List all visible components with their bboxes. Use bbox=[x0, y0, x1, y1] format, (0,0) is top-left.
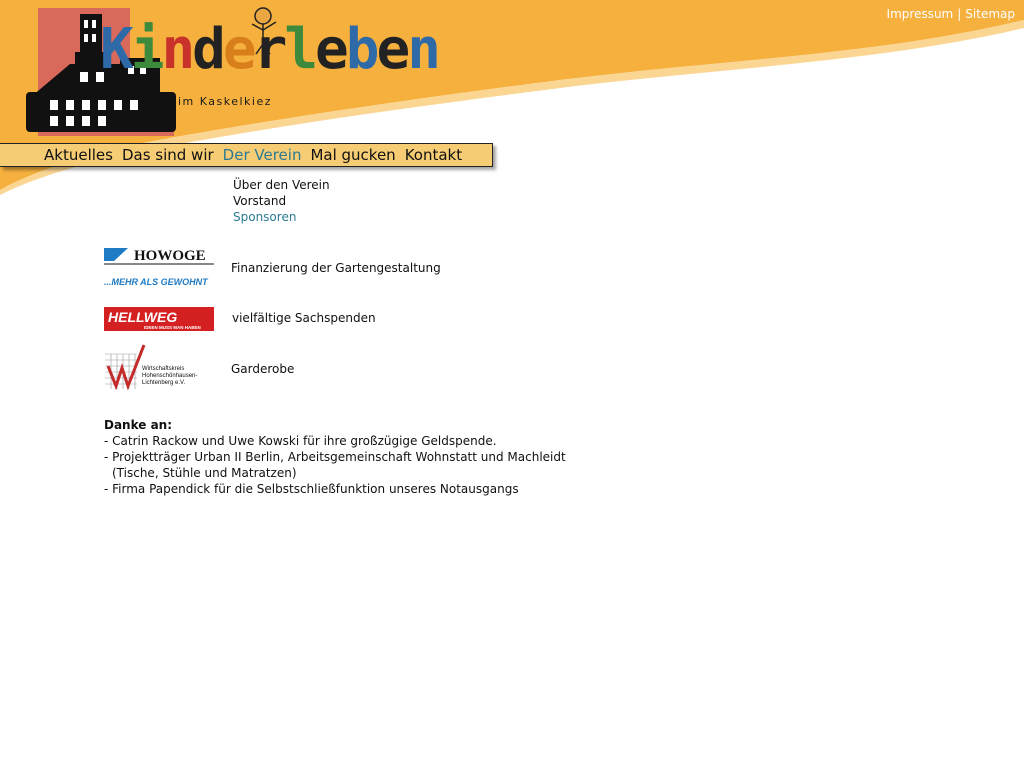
impressum-link[interactable]: Impressum bbox=[887, 7, 954, 21]
wordmark-letter: e bbox=[376, 17, 410, 82]
sponsor-text: Finanzierung der Gartengestaltung bbox=[231, 261, 441, 275]
wordmark-letter: e bbox=[222, 17, 257, 82]
howoge-logo[interactable]: HOWOGE ...MEHR ALS GEWOHNT bbox=[104, 245, 216, 291]
sponsor-row-wirtschaftskreis: Wirtschaftskreis Hohenschönhausen- Licht… bbox=[104, 344, 544, 390]
subnav-item-sponsoren[interactable]: Sponsoren bbox=[233, 209, 330, 225]
wordmark-letter: d bbox=[192, 17, 226, 82]
subnav-item-vorstand[interactable]: Vorstand bbox=[233, 193, 330, 209]
wirtschaftskreis-logo[interactable]: Wirtschaftskreis Hohenschönhausen- Licht… bbox=[104, 344, 216, 390]
thanks-section: Danke an: - Catrin Rackow und Uwe Kowski… bbox=[104, 417, 566, 497]
sitemap-link[interactable]: Sitemap bbox=[965, 7, 1015, 21]
main-navigation: Aktuelles Das sind wir Der Verein Mal gu… bbox=[0, 143, 493, 167]
nav-item-aktuelles[interactable]: Aktuelles bbox=[44, 146, 113, 164]
howoge-logo-name: HOWOGE bbox=[134, 248, 206, 264]
howoge-logo-slogan: ...MEHR ALS GEWOHNT bbox=[104, 277, 209, 287]
wirtschaftskreis-logo-line: Lichtenberg e.V. bbox=[142, 380, 185, 386]
sponsor-text: vielfältige Sachspenden bbox=[232, 311, 376, 325]
wordmark-letter: i bbox=[130, 17, 165, 82]
thanks-line: - Catrin Rackow und Uwe Kowski für ihre … bbox=[104, 434, 497, 448]
wordmark-letter: n bbox=[161, 17, 195, 82]
logo-tagline: im Kaskelkiez bbox=[178, 95, 273, 108]
thanks-line: (Tische, Stühle und Matratzen) bbox=[112, 466, 297, 480]
wordmark-letter: b bbox=[345, 17, 380, 82]
thanks-heading: Danke an: bbox=[104, 418, 173, 432]
subnav-item-ueber-den-verein[interactable]: Über den Verein bbox=[233, 177, 330, 193]
wordmark-letter: K bbox=[100, 17, 134, 82]
top-links: Impressum | Sitemap bbox=[887, 7, 1015, 21]
wordmark-letter: l bbox=[284, 17, 318, 82]
nav-item-kontakt[interactable]: Kontakt bbox=[405, 146, 462, 164]
hellweg-logo-slogan: IDEEN MUSS MAN HABEN bbox=[144, 325, 201, 330]
wirtschaftskreis-logo-line: Wirtschaftskreis bbox=[142, 366, 184, 372]
sponsor-row-howoge: HOWOGE ...MEHR ALS GEWOHNT Finanzierung … bbox=[104, 245, 544, 291]
thanks-line: - Projektträger Urban II Berlin, Arbeits… bbox=[104, 450, 566, 464]
link-separator: | bbox=[957, 7, 962, 21]
wordmark-letter: e bbox=[315, 17, 349, 82]
wirtschaftskreis-logo-line: Hohenschönhausen- bbox=[142, 373, 197, 379]
logo-wordmark[interactable]: Kinderleben bbox=[100, 22, 441, 78]
sub-navigation: Über den Verein Vorstand Sponsoren bbox=[233, 177, 330, 225]
hellweg-logo-name: HELLWEG bbox=[108, 309, 177, 325]
nav-item-mal-gucken[interactable]: Mal gucken bbox=[310, 146, 395, 164]
wordmark-letter: r bbox=[253, 17, 288, 82]
sponsor-text: Garderobe bbox=[231, 362, 295, 376]
thanks-line: - Firma Papendick für die Selbstschließf… bbox=[104, 482, 519, 496]
nav-item-der-verein[interactable]: Der Verein bbox=[223, 146, 302, 164]
nav-item-das-sind-wir[interactable]: Das sind wir bbox=[122, 146, 214, 164]
wordmark-letter: n bbox=[407, 17, 441, 82]
